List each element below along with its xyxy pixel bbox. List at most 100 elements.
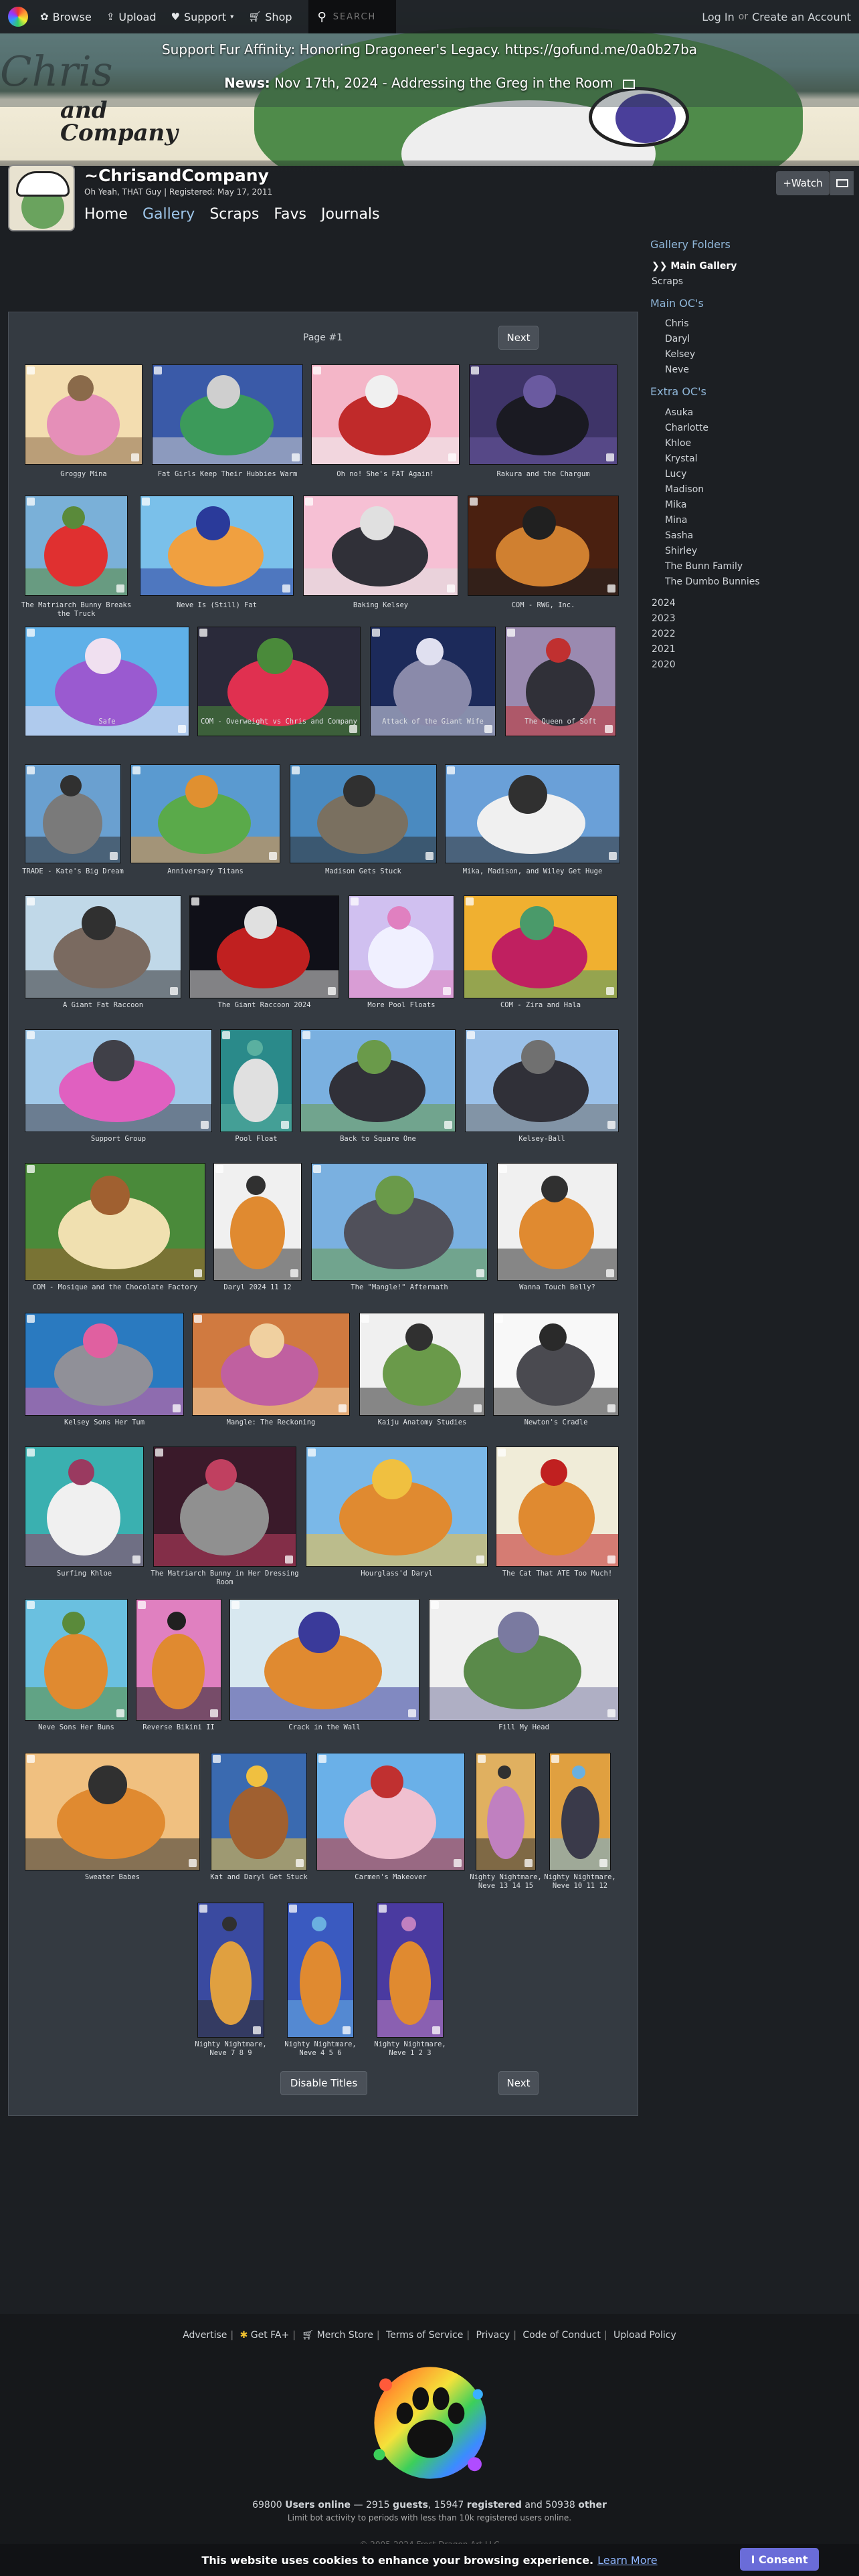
thumbnail-image[interactable]	[497, 1163, 617, 1281]
thumbnail-image[interactable]	[130, 764, 280, 863]
thumbnail-image[interactable]	[25, 764, 121, 863]
thumbnail-image[interactable]	[25, 1753, 200, 1870]
folder-scraps[interactable]: Scraps	[652, 276, 683, 287]
thumbnail-image[interactable]	[300, 1029, 456, 1132]
nav-browse[interactable]: ✿ Browse	[40, 11, 92, 23]
thumbnail-image[interactable]	[136, 1599, 221, 1721]
thumbnail-title[interactable]: Carmen's Makeover	[310, 1873, 472, 1882]
folder-extra-oc[interactable]: The Bunn Family	[665, 561, 743, 572]
tab-gallery[interactable]: Gallery	[142, 206, 195, 223]
thumbnail-image[interactable]	[465, 1029, 619, 1132]
thumbnail-title[interactable]: Fill My Head	[422, 1723, 626, 1732]
thumbnail-title[interactable]: Groggy Mina	[18, 470, 149, 479]
footer-link-advertise[interactable]: Advertise	[183, 2330, 227, 2341]
thumbnail-image[interactable]	[153, 1446, 296, 1567]
thumbnail-image[interactable]	[316, 1753, 465, 1870]
thumbnail-image[interactable]	[213, 1163, 302, 1281]
folder-extra-oc[interactable]: Madison	[665, 484, 704, 495]
thumbnail-image[interactable]	[359, 1313, 485, 1416]
folder-extra-oc[interactable]: Asuka	[665, 407, 693, 418]
thumbnail-image[interactable]	[493, 1313, 619, 1416]
thumbnail-image[interactable]	[25, 496, 128, 596]
search-icon[interactable]: ⚲	[318, 10, 326, 24]
folder-extra-oc[interactable]: Khloe	[665, 438, 691, 449]
thumbnail-title[interactable]: Wanna Touch Belly?	[490, 1283, 624, 1292]
thumbnail-image[interactable]	[25, 1599, 128, 1721]
thumbnail-title[interactable]: Pool Float	[213, 1135, 299, 1144]
folder-extra-oc[interactable]: Shirley	[665, 546, 697, 556]
thumbnail-title[interactable]: Neve Is (Still) Fat	[133, 601, 300, 610]
thumbnail-image[interactable]	[25, 1029, 212, 1132]
thumbnail-title[interactable]: Newton's Cradle	[486, 1418, 626, 1427]
thumbnail-image[interactable]	[476, 1753, 536, 1870]
thumbnail-image[interactable]	[496, 1446, 619, 1567]
news-close-icon[interactable]	[622, 79, 635, 89]
tab-journals[interactable]: Journals	[321, 206, 380, 223]
fundraiser-text[interactable]: Support Fur Affinity: Honoring Dragoneer…	[162, 41, 697, 58]
folder-main-oc[interactable]: Kelsey	[665, 349, 695, 360]
folder-year[interactable]: 2022	[652, 629, 676, 639]
thumbnail-title[interactable]: Daryl 2024 11 12	[207, 1283, 308, 1292]
thumbnail-title[interactable]: Support Group	[18, 1135, 219, 1144]
thumbnail-image[interactable]	[464, 895, 617, 998]
learn-more-link[interactable]: Learn More	[597, 2554, 657, 2567]
footer-link-upload-policy[interactable]: Upload Policy	[613, 2330, 676, 2341]
thumbnail-title[interactable]: Reverse Bikini II	[129, 1723, 228, 1732]
thumbnail-title[interactable]: The "Mangle!" Aftermath	[304, 1283, 494, 1292]
thumbnail-title[interactable]: Sweater Babes	[18, 1873, 207, 1882]
thumbnail-title[interactable]: Baking Kelsey	[296, 601, 465, 610]
thumbnail-title[interactable]: Anniversary Titans	[124, 867, 287, 876]
thumbnail-title[interactable]: Surfing Khloe	[18, 1570, 151, 1578]
thumbnail-title[interactable]: Rakura and the Chargum	[462, 470, 624, 479]
thumbnail-title[interactable]: The Matriarch Bunny in Her Dressing Room	[147, 1570, 303, 1587]
thumbnail-title[interactable]: The Cat That ATE Too Much!	[489, 1570, 626, 1578]
search-input[interactable]	[332, 11, 387, 22]
thumbnail-title[interactable]: Kelsey Sons Her Tum	[18, 1418, 191, 1427]
thumbnail-image[interactable]	[189, 895, 339, 998]
thumbnail-title[interactable]: Mangle: The Reckoning	[185, 1418, 357, 1427]
thumbnail-image[interactable]	[377, 1903, 444, 2038]
disable-titles-button[interactable]: Disable Titles	[280, 2071, 367, 2095]
thumbnail-title[interactable]: Kat and Daryl Get Stuck	[204, 1873, 314, 1882]
thumbnail-title[interactable]: COM - Zira and Hala	[457, 1001, 624, 1010]
footer-link-merch[interactable]: Merch Store	[317, 2330, 373, 2341]
folder-extra-oc[interactable]: Mina	[665, 515, 687, 526]
folder-year[interactable]: 2020	[652, 659, 676, 670]
footer-link-get-fa-plus[interactable]: Get FA+	[251, 2330, 289, 2341]
thumbnail-title[interactable]: Mika, Madison, and Wiley Get Huge	[438, 867, 627, 876]
thumbnail-title[interactable]: TRADE - Kate's Big Dream	[18, 867, 128, 876]
thumbnail-image[interactable]	[25, 895, 181, 998]
thumbnail-image[interactable]	[152, 364, 303, 465]
folder-extra-oc[interactable]: Mika	[665, 500, 686, 510]
nav-shop[interactable]: 🛒︎ Shop	[248, 11, 292, 23]
thumbnail-title[interactable]: A Giant Fat Raccoon	[18, 1001, 188, 1010]
next-page-button-bottom[interactable]: Next	[498, 2071, 539, 2095]
thumbnail-title[interactable]: Fat Girls Keep Their Hubbies Warm	[145, 470, 310, 479]
folder-main-oc[interactable]: Chris	[665, 318, 689, 329]
footer-link-tos[interactable]: Terms of Service	[386, 2330, 463, 2341]
thumbnail-title[interactable]: The Giant Raccoon 2024	[183, 1001, 346, 1010]
thumbnail-title[interactable]: Nighty Nightmare, Neve 7 8 9	[191, 2040, 271, 2058]
footer-link-privacy[interactable]: Privacy	[476, 2330, 510, 2341]
folder-extra-oc[interactable]: The Dumbo Bunnies	[665, 576, 760, 587]
thumbnail-image[interactable]	[311, 364, 460, 465]
news-notice[interactable]: News: Nov 17th, 2024 - Addressing the Gr…	[0, 75, 859, 91]
consent-button[interactable]: I Consent	[740, 2548, 819, 2571]
thumbnail-title[interactable]: Attack of the Giant Wife	[363, 718, 502, 726]
news-text[interactable]: Nov 17th, 2024 - Addressing the Greg in …	[274, 75, 613, 91]
search-box[interactable]: ⚲	[308, 0, 396, 33]
folder-main-oc[interactable]: Neve	[665, 364, 689, 375]
thumbnail-title[interactable]: Nighty Nightmare, Neve 1 2 3	[370, 2040, 450, 2058]
thumbnail-image[interactable]	[25, 1446, 144, 1567]
thumbnail-image[interactable]	[445, 764, 620, 863]
thumbnail-image[interactable]	[220, 1029, 292, 1132]
thumbnail-title[interactable]: Back to Square One	[294, 1135, 462, 1144]
folder-main-gallery[interactable]: ❯❯ Main Gallery	[652, 261, 737, 272]
folder-extra-oc[interactable]: Krystal	[665, 453, 697, 464]
thumbnail-image[interactable]	[311, 1163, 488, 1281]
thumbnail-image[interactable]	[287, 1903, 354, 2038]
fundraiser-notice[interactable]: Support Fur Affinity: Honoring Dragoneer…	[0, 41, 859, 58]
folder-year[interactable]: 2021	[652, 644, 676, 655]
thumbnail-title[interactable]: More Pool Floats	[342, 1001, 461, 1010]
thumbnail-image[interactable]	[290, 764, 437, 863]
